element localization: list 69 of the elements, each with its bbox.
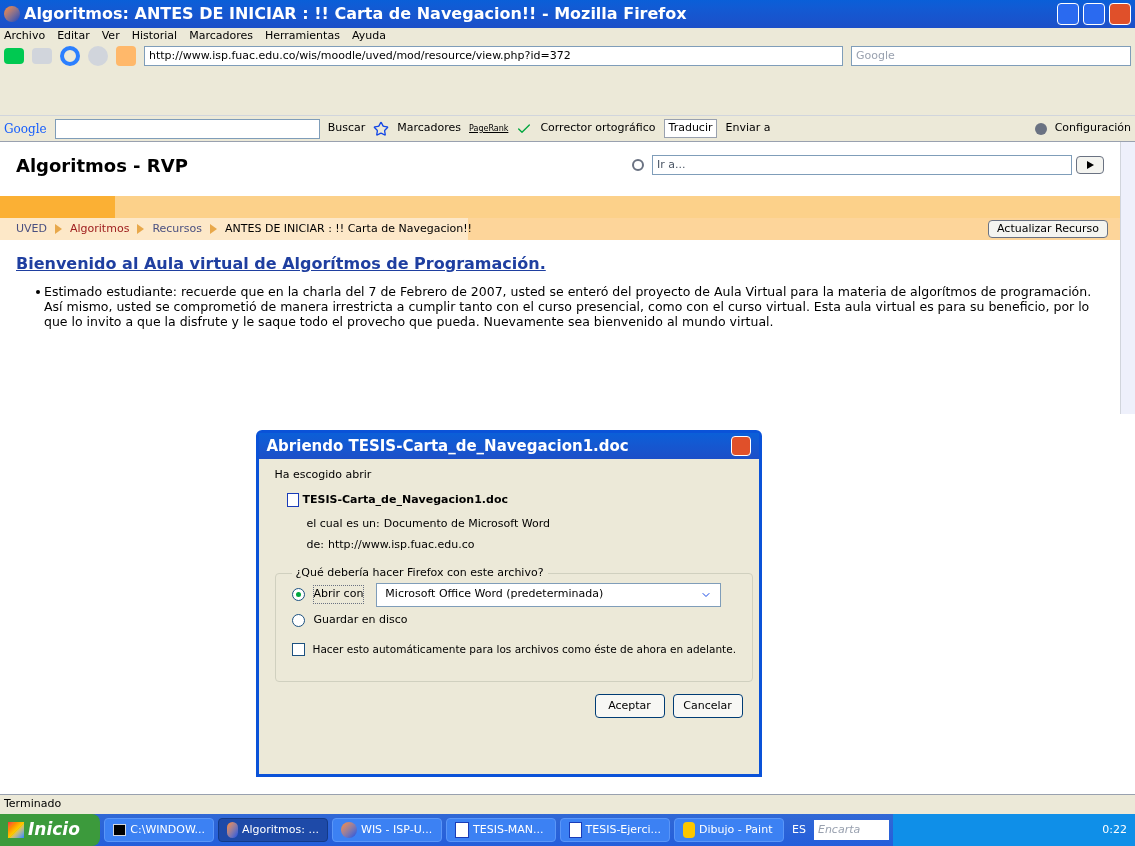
minimize-button[interactable] bbox=[1057, 3, 1079, 25]
clock: 0:22 bbox=[1102, 821, 1127, 838]
option-label[interactable]: Abrir con bbox=[312, 585, 365, 604]
taskbar-button[interactable]: Algoritmos: ... bbox=[218, 818, 328, 842]
radio-button[interactable] bbox=[291, 614, 305, 627]
paragraph: Estimado estudiante: recuerde que en la charla del 7 de Febrero de 2007, usted se enteró del proyecto de Aula Virtual para la materia de algorítmos de programación. Así mismo, usted se comprometió de manera irrestricta a cumplir tanto con el curso presencial, como con el curso virtual. Esta aula virtual es para su beneficio, por lo que lo invito a que la disfrute y le saque todo el provecho que pueda. Nuevamente sea bienvenido al mundo virtual. bbox=[44, 284, 1093, 329]
application-select[interactable]: Microsoft Office Word (predeterminada) bbox=[376, 582, 722, 607]
taskbar-button[interactable]: C:\WINDOW... bbox=[104, 818, 214, 842]
menu-item[interactable]: Historial bbox=[131, 27, 178, 45]
file-name: TESIS-Carta_de_Navegacion1.doc bbox=[302, 491, 508, 508]
taskbar-button[interactable]: Dibujo - Paint bbox=[674, 818, 784, 842]
dialog-title: Abriendo TESIS-Carta_de_Navegacion1.doc bbox=[266, 435, 630, 457]
document-icon bbox=[286, 492, 299, 507]
checkbox-label[interactable]: Hacer esto automáticamente para los archivos como éste de ahora en adelante. bbox=[312, 641, 736, 658]
radio-button[interactable] bbox=[291, 588, 305, 601]
intro-text: Ha escogido abrir bbox=[274, 467, 373, 483]
go-button[interactable] bbox=[1076, 156, 1104, 174]
breadcrumb-link[interactable]: Algoritmos bbox=[70, 220, 130, 238]
dialog-button[interactable]: Cancelar bbox=[672, 694, 743, 719]
menu-item[interactable]: Ayuda bbox=[351, 27, 386, 45]
start-button[interactable]: Inicio bbox=[0, 814, 100, 846]
breadcrumb-link[interactable]: Recursos bbox=[152, 220, 203, 238]
pagerank-label: PageRank bbox=[469, 122, 509, 135]
bookmarks-button[interactable]: Marcadores bbox=[397, 120, 461, 137]
breadcrumb-current: ANTES DE INICIAR : !! Carta de Navegacion!! bbox=[225, 220, 472, 237]
menu-item[interactable]: Marcadores bbox=[189, 27, 253, 45]
status-bar: Terminado bbox=[0, 794, 1135, 814]
menu-item[interactable]: Editar bbox=[57, 27, 90, 45]
window-title: Algoritmos: ANTES DE INICIAR : !! Carta de Navegacion!! - Mozilla Firefox bbox=[24, 3, 688, 25]
page-heading[interactable]: Bienvenido al Aula virtual de Algorítmos de Programación. bbox=[16, 254, 546, 273]
bullet-icon bbox=[36, 290, 40, 294]
jump-select[interactable]: Ir a... bbox=[652, 155, 1072, 175]
separator-icon bbox=[55, 224, 62, 234]
search-button[interactable]: Buscar bbox=[327, 120, 366, 137]
dialog-button[interactable]: Aceptar bbox=[594, 694, 665, 719]
separator-icon bbox=[210, 224, 218, 234]
console-icon bbox=[113, 824, 127, 836]
google-logo: Google bbox=[4, 120, 47, 138]
option-label[interactable]: Guardar en disco bbox=[312, 611, 409, 630]
close-button[interactable] bbox=[730, 436, 751, 456]
checkbox[interactable] bbox=[291, 642, 305, 656]
group-legend: ¿Qué debería hacer Firefox con este archivo? bbox=[291, 565, 548, 582]
taskbar-button[interactable]: WIS - ISP-U... bbox=[332, 818, 442, 842]
close-button[interactable] bbox=[1109, 3, 1131, 25]
language-indicator[interactable]: ES bbox=[788, 821, 810, 839]
from-value: http://www.isp.fuac.edu.co bbox=[327, 536, 475, 553]
maximize-button[interactable] bbox=[1083, 3, 1105, 25]
type-label: el cual es un: bbox=[306, 516, 380, 532]
play-icon bbox=[1086, 161, 1094, 169]
menu-item[interactable]: Herramientas bbox=[264, 27, 340, 45]
translate-button[interactable]: Traducir bbox=[663, 119, 718, 138]
spellcheck-button[interactable]: Corrector ortográfico bbox=[540, 120, 656, 137]
menu-item[interactable]: Archivo bbox=[4, 27, 46, 45]
breadcrumb-link[interactable]: UVED bbox=[16, 220, 47, 238]
taskbar-button[interactable]: TESIS-Ejerci... bbox=[560, 818, 670, 842]
taskbar-button[interactable]: TESIS-MAN... bbox=[446, 818, 556, 842]
from-label: de: bbox=[306, 536, 324, 553]
update-button[interactable]: Actualizar Recurso bbox=[988, 220, 1108, 238]
document-icon bbox=[455, 822, 469, 838]
document-icon bbox=[569, 822, 582, 838]
address-field[interactable]: http://www.isp.fuac.edu.co/wis/moodle/uved/mod/resource/view.php?id=372 bbox=[144, 46, 843, 66]
site-title: Algoritmos - RVP bbox=[16, 153, 189, 178]
menu-item[interactable]: Ver bbox=[101, 27, 120, 45]
settings-button[interactable]: Configuración bbox=[1054, 120, 1131, 137]
separator-icon bbox=[137, 224, 145, 234]
send-button[interactable]: Enviar a bbox=[725, 120, 771, 137]
toolbar-search-field[interactable] bbox=[54, 118, 320, 139]
star-icon[interactable] bbox=[373, 120, 390, 137]
type-value: Documento de Microsoft Word bbox=[383, 516, 551, 532]
